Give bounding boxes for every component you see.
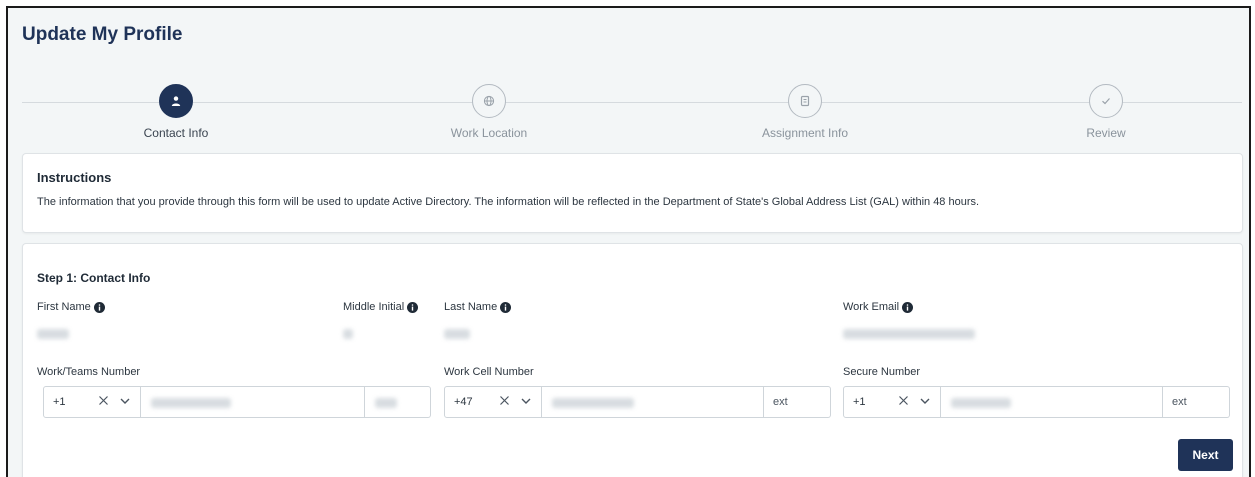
work-teams-number-group: +1 <box>43 386 431 418</box>
badge-icon <box>788 84 822 118</box>
last-name-value <box>444 329 470 339</box>
step-label-review: Review <box>1086 126 1126 140</box>
contact-info-form: Step 1: Contact Info First Name Middle I… <box>22 243 1243 477</box>
form-step-title: Step 1: Contact Info <box>37 271 151 285</box>
phone-number-value <box>951 398 1011 408</box>
instructions-text: The information that you provide through… <box>37 196 980 208</box>
first-name-value <box>37 329 69 339</box>
person-icon <box>159 84 193 118</box>
next-button[interactable]: Next <box>1178 439 1233 471</box>
country-code-select[interactable]: +1 <box>843 386 941 418</box>
step-work-location[interactable]: Work Location <box>389 84 589 140</box>
step-contact-info[interactable]: Contact Info <box>76 84 276 140</box>
work-cell-label: Work Cell Number <box>444 366 534 378</box>
chevron-down-icon[interactable] <box>521 396 531 408</box>
clear-icon[interactable] <box>98 395 109 409</box>
extension-input[interactable] <box>365 386 431 418</box>
last-name-label: Last Name <box>444 301 512 313</box>
step-label-contact-info: Contact Info <box>143 126 209 140</box>
progress-stepper: Contact Info Work Location Assignment In… <box>22 84 1242 144</box>
step-label-work-location: Work Location <box>450 126 528 140</box>
secure-number-group: +1 ext <box>843 386 1230 418</box>
step-review[interactable]: Review <box>1006 84 1206 140</box>
check-icon <box>1089 84 1123 118</box>
chevron-down-icon[interactable] <box>120 396 130 408</box>
secure-number-label: Secure Number <box>843 366 921 378</box>
step-assignment-info[interactable]: Assignment Info <box>705 84 905 140</box>
step-label-assignment-info: Assignment Info <box>761 126 849 140</box>
phone-number-input[interactable] <box>542 386 764 418</box>
country-code-select[interactable]: +47 <box>444 386 542 418</box>
work-cell-number-group: +47 ext <box>444 386 831 418</box>
info-icon[interactable] <box>93 301 105 313</box>
work-email-label: Work Email <box>843 301 914 313</box>
phone-number-value <box>552 398 634 408</box>
instructions-title: Instructions <box>37 170 112 185</box>
instructions-card: Instructions The information that you pr… <box>22 153 1243 233</box>
middle-initial-value <box>343 329 353 339</box>
chevron-down-icon[interactable] <box>920 396 930 408</box>
work-email-value <box>843 329 975 339</box>
globe-icon <box>472 84 506 118</box>
extension-input[interactable]: ext <box>1163 386 1230 418</box>
info-icon[interactable] <box>902 301 914 313</box>
clear-icon[interactable] <box>499 395 510 409</box>
page-title: Update My Profile <box>22 24 183 45</box>
clear-icon[interactable] <box>898 395 909 409</box>
extension-input[interactable]: ext <box>764 386 831 418</box>
phone-number-value <box>151 398 231 408</box>
middle-initial-label: Middle Initial <box>343 301 419 313</box>
country-code-select[interactable]: +1 <box>43 386 141 418</box>
work-teams-label: Work/Teams Number <box>37 366 141 378</box>
info-icon[interactable] <box>407 301 419 313</box>
info-icon[interactable] <box>500 301 512 313</box>
extension-value <box>375 398 397 408</box>
app-frame: Update My Profile Contact Info Work Loca… <box>6 6 1251 477</box>
phone-number-input[interactable] <box>941 386 1163 418</box>
phone-number-input[interactable] <box>141 386 365 418</box>
first-name-label: First Name <box>37 301 105 313</box>
